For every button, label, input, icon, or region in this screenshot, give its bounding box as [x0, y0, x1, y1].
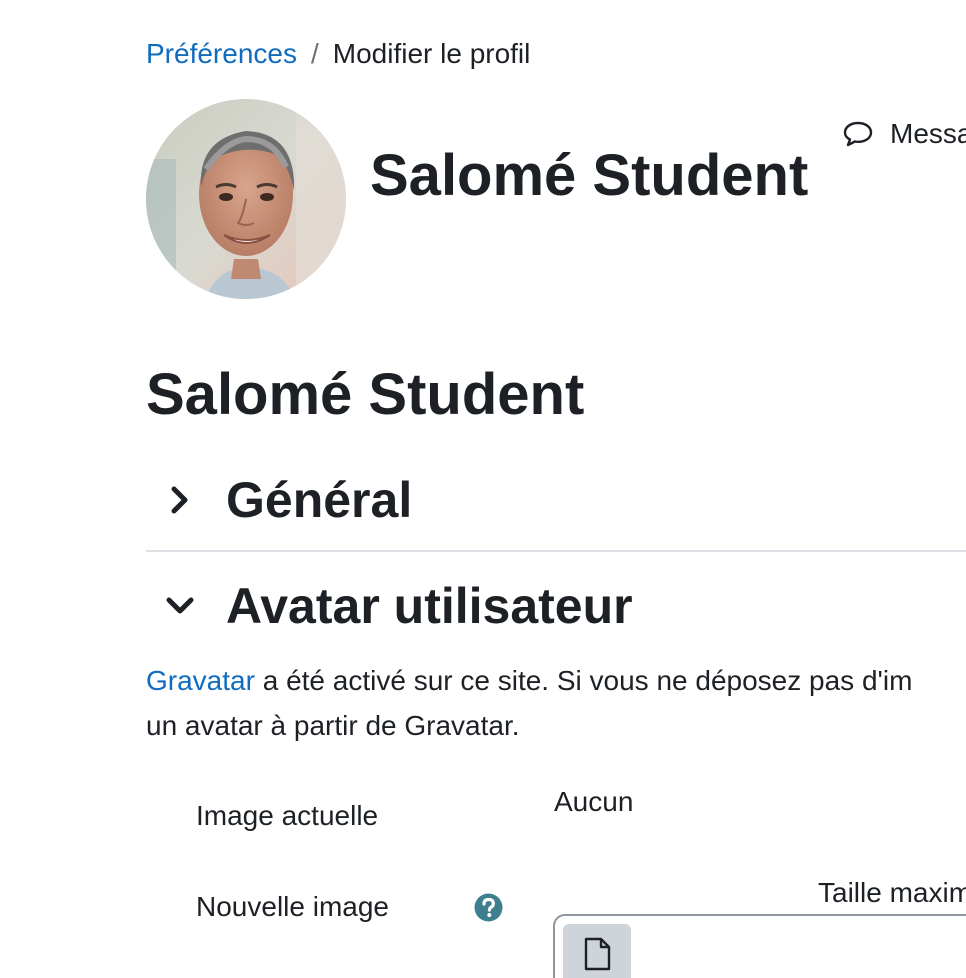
breadcrumb-current: Modifier le profil — [332, 38, 531, 69]
breadcrumb-separator: / — [310, 38, 319, 69]
add-file-button[interactable] — [563, 924, 631, 978]
breadcrumb: Préférences / Modifier le profil — [146, 36, 530, 72]
message-label: Messa — [890, 118, 966, 149]
section-divider — [146, 550, 966, 552]
profile-header-name: Salomé Student — [370, 142, 809, 208]
avatar[interactable] — [146, 99, 346, 299]
edit-profile-page: Préférences / Modifier le profil Salomé … — [0, 0, 966, 978]
section-general-toggle[interactable]: Général — [160, 470, 412, 530]
new-image-label: Nouvelle image — [196, 891, 389, 922]
gravatar-info-line-1: Gravatar a été activé sur ce site. Si vo… — [146, 658, 966, 703]
help-icon[interactable] — [474, 893, 503, 922]
section-general-title: Général — [226, 472, 413, 528]
gravatar-info: Gravatar a été activé sur ce site. Si vo… — [146, 658, 966, 748]
section-avatar-toggle[interactable]: Avatar utilisateur — [160, 576, 633, 636]
message-button[interactable]: Messa — [842, 118, 966, 150]
user-photo — [146, 99, 346, 299]
gravatar-info-text: a été activé sur ce site. Si vous ne dép… — [254, 665, 913, 696]
current-image-value: Aucun — [554, 786, 634, 817]
file-icon — [584, 937, 611, 971]
gravatar-info-line-2: un avatar à partir de Gravatar. — [146, 710, 520, 741]
current-image-label: Image actuelle — [196, 800, 379, 831]
speech-bubble-icon — [843, 121, 873, 147]
gravatar-link[interactable]: Gravatar — [146, 665, 255, 696]
chevron-down-icon — [160, 586, 200, 626]
breadcrumb-link-preferences[interactable]: Préférences — [146, 38, 297, 69]
section-avatar-title: Avatar utilisateur — [226, 578, 633, 634]
page-title: Salomé Student — [146, 362, 585, 428]
max-size-label: Taille maxim — [818, 877, 966, 908]
chevron-right-icon — [160, 480, 200, 520]
